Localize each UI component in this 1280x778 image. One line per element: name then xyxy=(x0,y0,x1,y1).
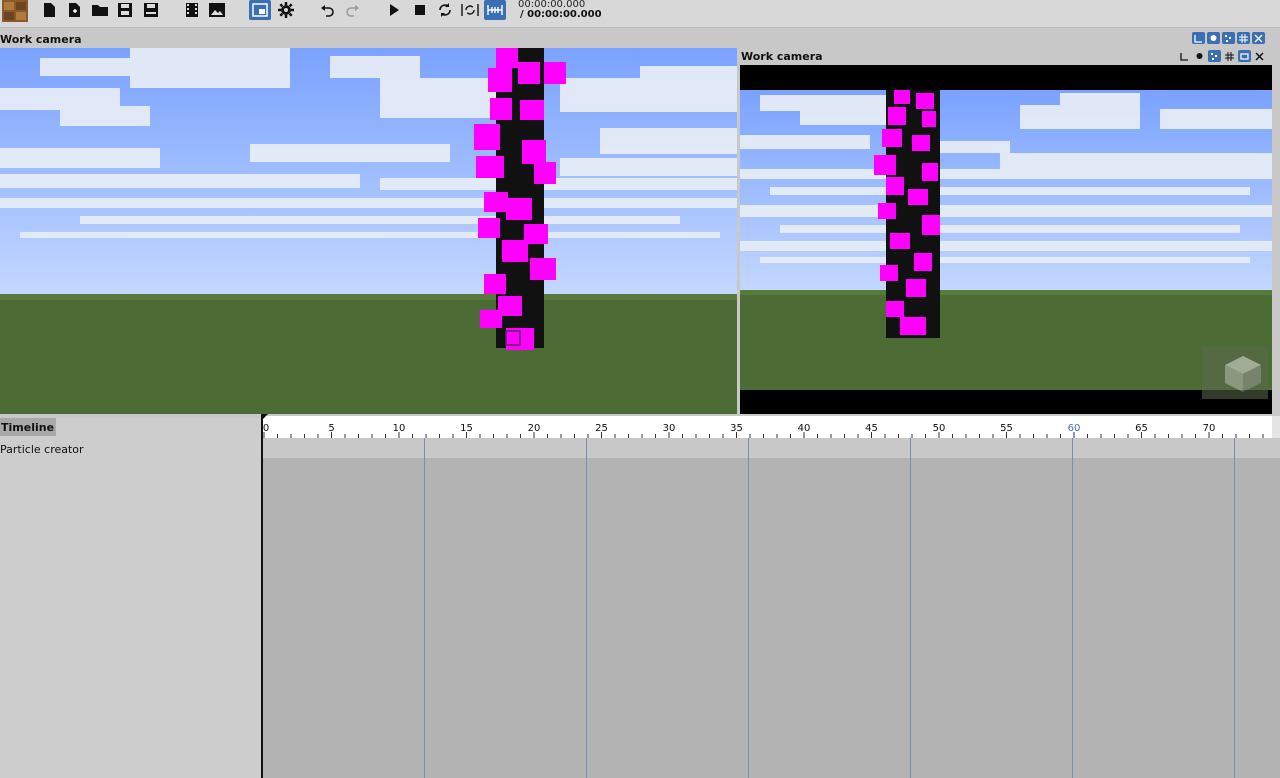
right-viewport-toolbar xyxy=(1178,49,1278,63)
grid-icon[interactable] xyxy=(1237,32,1250,44)
save-icon[interactable] xyxy=(114,0,136,20)
timeline-grid-line xyxy=(424,438,425,778)
timeline-track-row[interactable] xyxy=(262,438,1280,458)
ruler-label: 40 xyxy=(797,423,811,434)
ruler-label: 45 xyxy=(865,423,878,434)
timeline-track-list xyxy=(0,418,262,778)
playhead-marker-icon[interactable] xyxy=(261,414,269,422)
left-viewport-scene xyxy=(0,48,737,414)
ruler-label: 5 xyxy=(328,423,335,434)
ruler-label: 20 xyxy=(527,423,541,434)
ruler-label: 25 xyxy=(595,423,608,434)
particles-icon[interactable] xyxy=(1208,50,1221,62)
timeline-ruler[interactable] xyxy=(262,416,1272,438)
timeline-markers-icon[interactable] xyxy=(484,0,506,20)
fullscreen-icon[interactable] xyxy=(1252,32,1265,44)
render-image-icon[interactable] xyxy=(206,0,228,20)
left-viewport[interactable] xyxy=(0,48,737,414)
ruler-label: 30 xyxy=(662,423,676,434)
track-label-particle-creator[interactable]: Particle creator xyxy=(0,443,84,456)
left-viewport-toolbar xyxy=(1192,32,1280,46)
ruler-label: 70 xyxy=(1202,423,1216,434)
undo-icon[interactable] xyxy=(316,0,338,20)
playhead-cursor[interactable] xyxy=(261,416,263,778)
ruler-ticks xyxy=(263,432,1264,438)
ruler-label: 10 xyxy=(392,423,406,434)
ruler-label: 55 xyxy=(1000,423,1013,434)
right-viewport-scene xyxy=(740,90,1272,414)
timeline-grid-line xyxy=(748,438,749,778)
total-time: / 00:00:00.000 xyxy=(520,9,602,20)
ruler-label: 50 xyxy=(932,423,946,434)
open-folder-icon[interactable] xyxy=(89,0,111,20)
ruler-label: 65 xyxy=(1135,423,1148,434)
app-logo-icon xyxy=(0,0,30,24)
timeline-grid-line xyxy=(1072,438,1073,778)
save-as-icon[interactable] xyxy=(140,0,162,20)
redo-icon[interactable] xyxy=(342,0,364,20)
right-viewport[interactable] xyxy=(740,65,1272,414)
particles-icon[interactable] xyxy=(1222,32,1235,44)
stop-icon[interactable] xyxy=(409,0,431,20)
close-icon[interactable] xyxy=(1253,50,1266,62)
new-file-icon[interactable] xyxy=(38,0,60,20)
ruler-label: 35 xyxy=(730,423,743,434)
loop-icon[interactable] xyxy=(434,0,456,20)
timeline-grid-line xyxy=(586,438,587,778)
ruler-label: 0 xyxy=(262,423,270,434)
orientation-cube-icon[interactable] xyxy=(1202,347,1268,399)
ruler-scroll-end xyxy=(1272,416,1280,438)
timeline-area[interactable] xyxy=(262,416,1280,778)
axes-icon[interactable] xyxy=(1192,32,1205,44)
play-icon[interactable] xyxy=(383,0,405,20)
light-icon[interactable] xyxy=(1207,32,1220,44)
timeline-title: Timeline xyxy=(1,421,55,434)
light-icon[interactable] xyxy=(1193,50,1206,62)
viewport-layout-icon[interactable] xyxy=(249,0,271,20)
camera-frame-icon[interactable] xyxy=(1238,50,1251,62)
ruler-label: 60 xyxy=(1067,423,1081,434)
main-toolbar: 00:00:00.000 / 00:00:00.000 xyxy=(0,0,1280,28)
left-viewport-title: Work camera xyxy=(0,33,82,46)
grid-icon[interactable] xyxy=(1223,50,1236,62)
timeline-grid-line xyxy=(1234,438,1235,778)
axes-icon[interactable] xyxy=(1178,50,1191,62)
ruler-label: 15 xyxy=(460,423,473,434)
settings-gear-icon[interactable] xyxy=(275,0,297,20)
render-movie-icon[interactable] xyxy=(181,0,203,20)
timeline-grid-line xyxy=(910,438,911,778)
right-viewport-title: Work camera xyxy=(741,50,823,63)
new-file-plus-icon[interactable] xyxy=(64,0,86,20)
loop-range-icon[interactable] xyxy=(459,0,481,20)
